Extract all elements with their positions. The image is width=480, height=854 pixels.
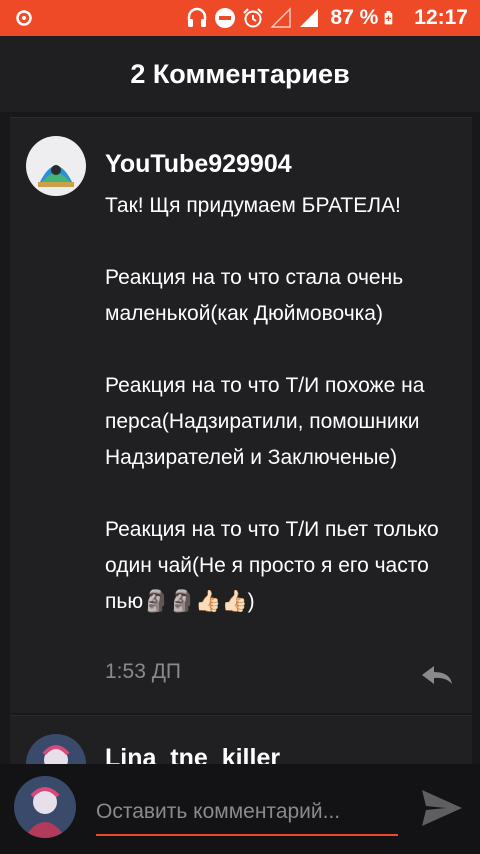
send-icon[interactable] [418,786,466,830]
comment-composer [0,764,480,854]
comment-input[interactable] [96,790,398,836]
avatar[interactable] [26,136,86,196]
reply-icon[interactable] [420,664,454,686]
battery-icon [384,11,393,25]
avatar[interactable] [14,776,76,838]
app-bar: 2 Комментариев [0,36,480,112]
comment-author[interactable]: YouTube929904 [105,150,292,179]
status-bar: 87 % 12:17 [0,0,480,36]
comment-text: Так! Щя придумаем БРАТЕЛА! Реакция на то… [105,194,439,613]
alarm-icon [243,8,264,28]
do-not-disturb-icon [215,8,236,28]
page-title: 2 Комментариев [130,58,350,89]
avatar[interactable] [26,734,86,764]
comment-card: Lina_tne_killer [10,715,472,764]
notification-icon [16,10,32,26]
signal-icon [270,7,292,28]
comment-author[interactable]: Lina_tne_killer [105,744,280,764]
comment-time: 1:53 ДП [105,660,182,683]
battery-percent: 87 % [330,6,379,29]
clock: 12:17 [414,6,468,29]
comment-card: YouTube929904 Так! Щя придумаем БРАТЕЛА!… [10,117,472,713]
signal-icon [300,9,319,27]
comment-list[interactable]: YouTube929904 Так! Щя придумаем БРАТЕЛА!… [10,117,472,764]
headphones-icon [188,7,207,27]
